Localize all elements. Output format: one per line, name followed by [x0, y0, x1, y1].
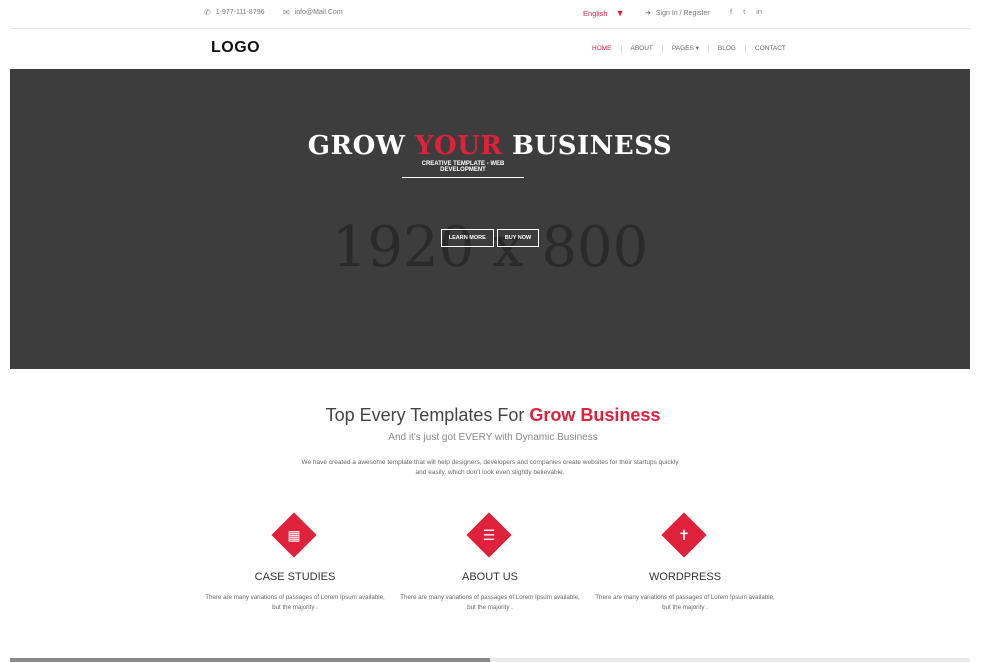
hero-headline-highlight: YOUR	[415, 131, 503, 161]
phone-contact: ✆ 1-977-111-8796	[204, 8, 264, 17]
signin-icon: ➜	[645, 10, 651, 17]
signin-link[interactable]: ➜ Sign In / Register	[645, 9, 710, 18]
menu-item-about[interactable]: ABOUT	[620, 45, 662, 53]
language-label: English	[583, 8, 608, 18]
feature-title[interactable]: ABOUT US	[396, 571, 584, 583]
phone-number: 1-977-111-8796	[215, 9, 265, 16]
feature-title[interactable]: WORDPRESS	[591, 571, 779, 583]
language-selector[interactable]: English ▼	[583, 8, 625, 18]
email-contact[interactable]: ✉ info@Mail.Com	[283, 8, 343, 17]
menu-item-home[interactable]: HOME	[592, 45, 621, 53]
top-bar: ✆ 1-977-111-8796 ✉ info@Mail.Com English…	[0, 0, 986, 28]
site-logo[interactable]: LOGO	[211, 39, 260, 57]
hero-headline-part1: GROW	[307, 131, 415, 161]
horizontal-scrollbar-thumb[interactable]	[10, 658, 490, 662]
section-title-part1: Top Every Templates For	[325, 405, 530, 425]
feature-title[interactable]: CASE STUDIES	[201, 571, 389, 583]
email-address[interactable]: info@Mail.Com	[295, 9, 343, 16]
main-navbar: LOGO HOME ABOUT PAGES ▾ BLOG CONTACT	[0, 29, 986, 69]
twitter-icon[interactable]: t	[743, 7, 745, 16]
envelope-icon: ✉	[283, 8, 290, 17]
hero-buttons: LEARN MORE BUY NOW	[10, 229, 970, 247]
social-links: f t in	[730, 7, 762, 16]
section-description: We have created a awesome template that …	[301, 459, 679, 476]
phone-icon: ✆	[204, 8, 211, 17]
section-subtitle: And it's just got EVERY with Dynamic Bus…	[388, 432, 598, 443]
main-menu: HOME ABOUT PAGES ▾ BLOG CONTACT	[592, 45, 795, 53]
hero-placeholder-text: 1920 x 800	[331, 215, 649, 280]
hero-headline: GROW YOUR BUSINESS	[10, 131, 970, 161]
menu-item-blog[interactable]: BLOG	[707, 45, 745, 53]
section-title-highlight: Grow Business	[529, 405, 661, 425]
hero-headline-part3: BUSINESS	[502, 131, 673, 161]
menu-item-contact[interactable]: CONTACT	[744, 45, 795, 53]
menu-item-pages[interactable]: PAGES ▾	[661, 45, 708, 53]
hero-subtitle: CREATIVE TEMPLATE - WEB DEVELOPMENT	[402, 161, 524, 178]
book-icon: ▦	[287, 527, 301, 543]
feature-description: There are many variations of passages of…	[400, 594, 580, 611]
section-title: Top Every Templates For Grow Business	[0, 405, 986, 426]
learn-more-button[interactable]: LEARN MORE	[440, 229, 494, 247]
buy-now-button[interactable]: BUY NOW	[496, 229, 540, 247]
list-icon: ☰	[482, 527, 496, 543]
signin-label: Sign In / Register	[655, 9, 710, 17]
hero-banner: 1920 x 800 GROW YOUR BUSINESS CREATIVE T…	[10, 69, 970, 369]
caret-down-icon: ▼	[615, 8, 625, 18]
facebook-icon[interactable]: f	[730, 7, 732, 16]
wordpress-icon: ✝	[678, 527, 690, 543]
linkedin-icon[interactable]: in	[756, 7, 762, 16]
feature-description: There are many variations of passages of…	[595, 594, 775, 611]
feature-description: There are many variations of passages of…	[205, 594, 385, 611]
